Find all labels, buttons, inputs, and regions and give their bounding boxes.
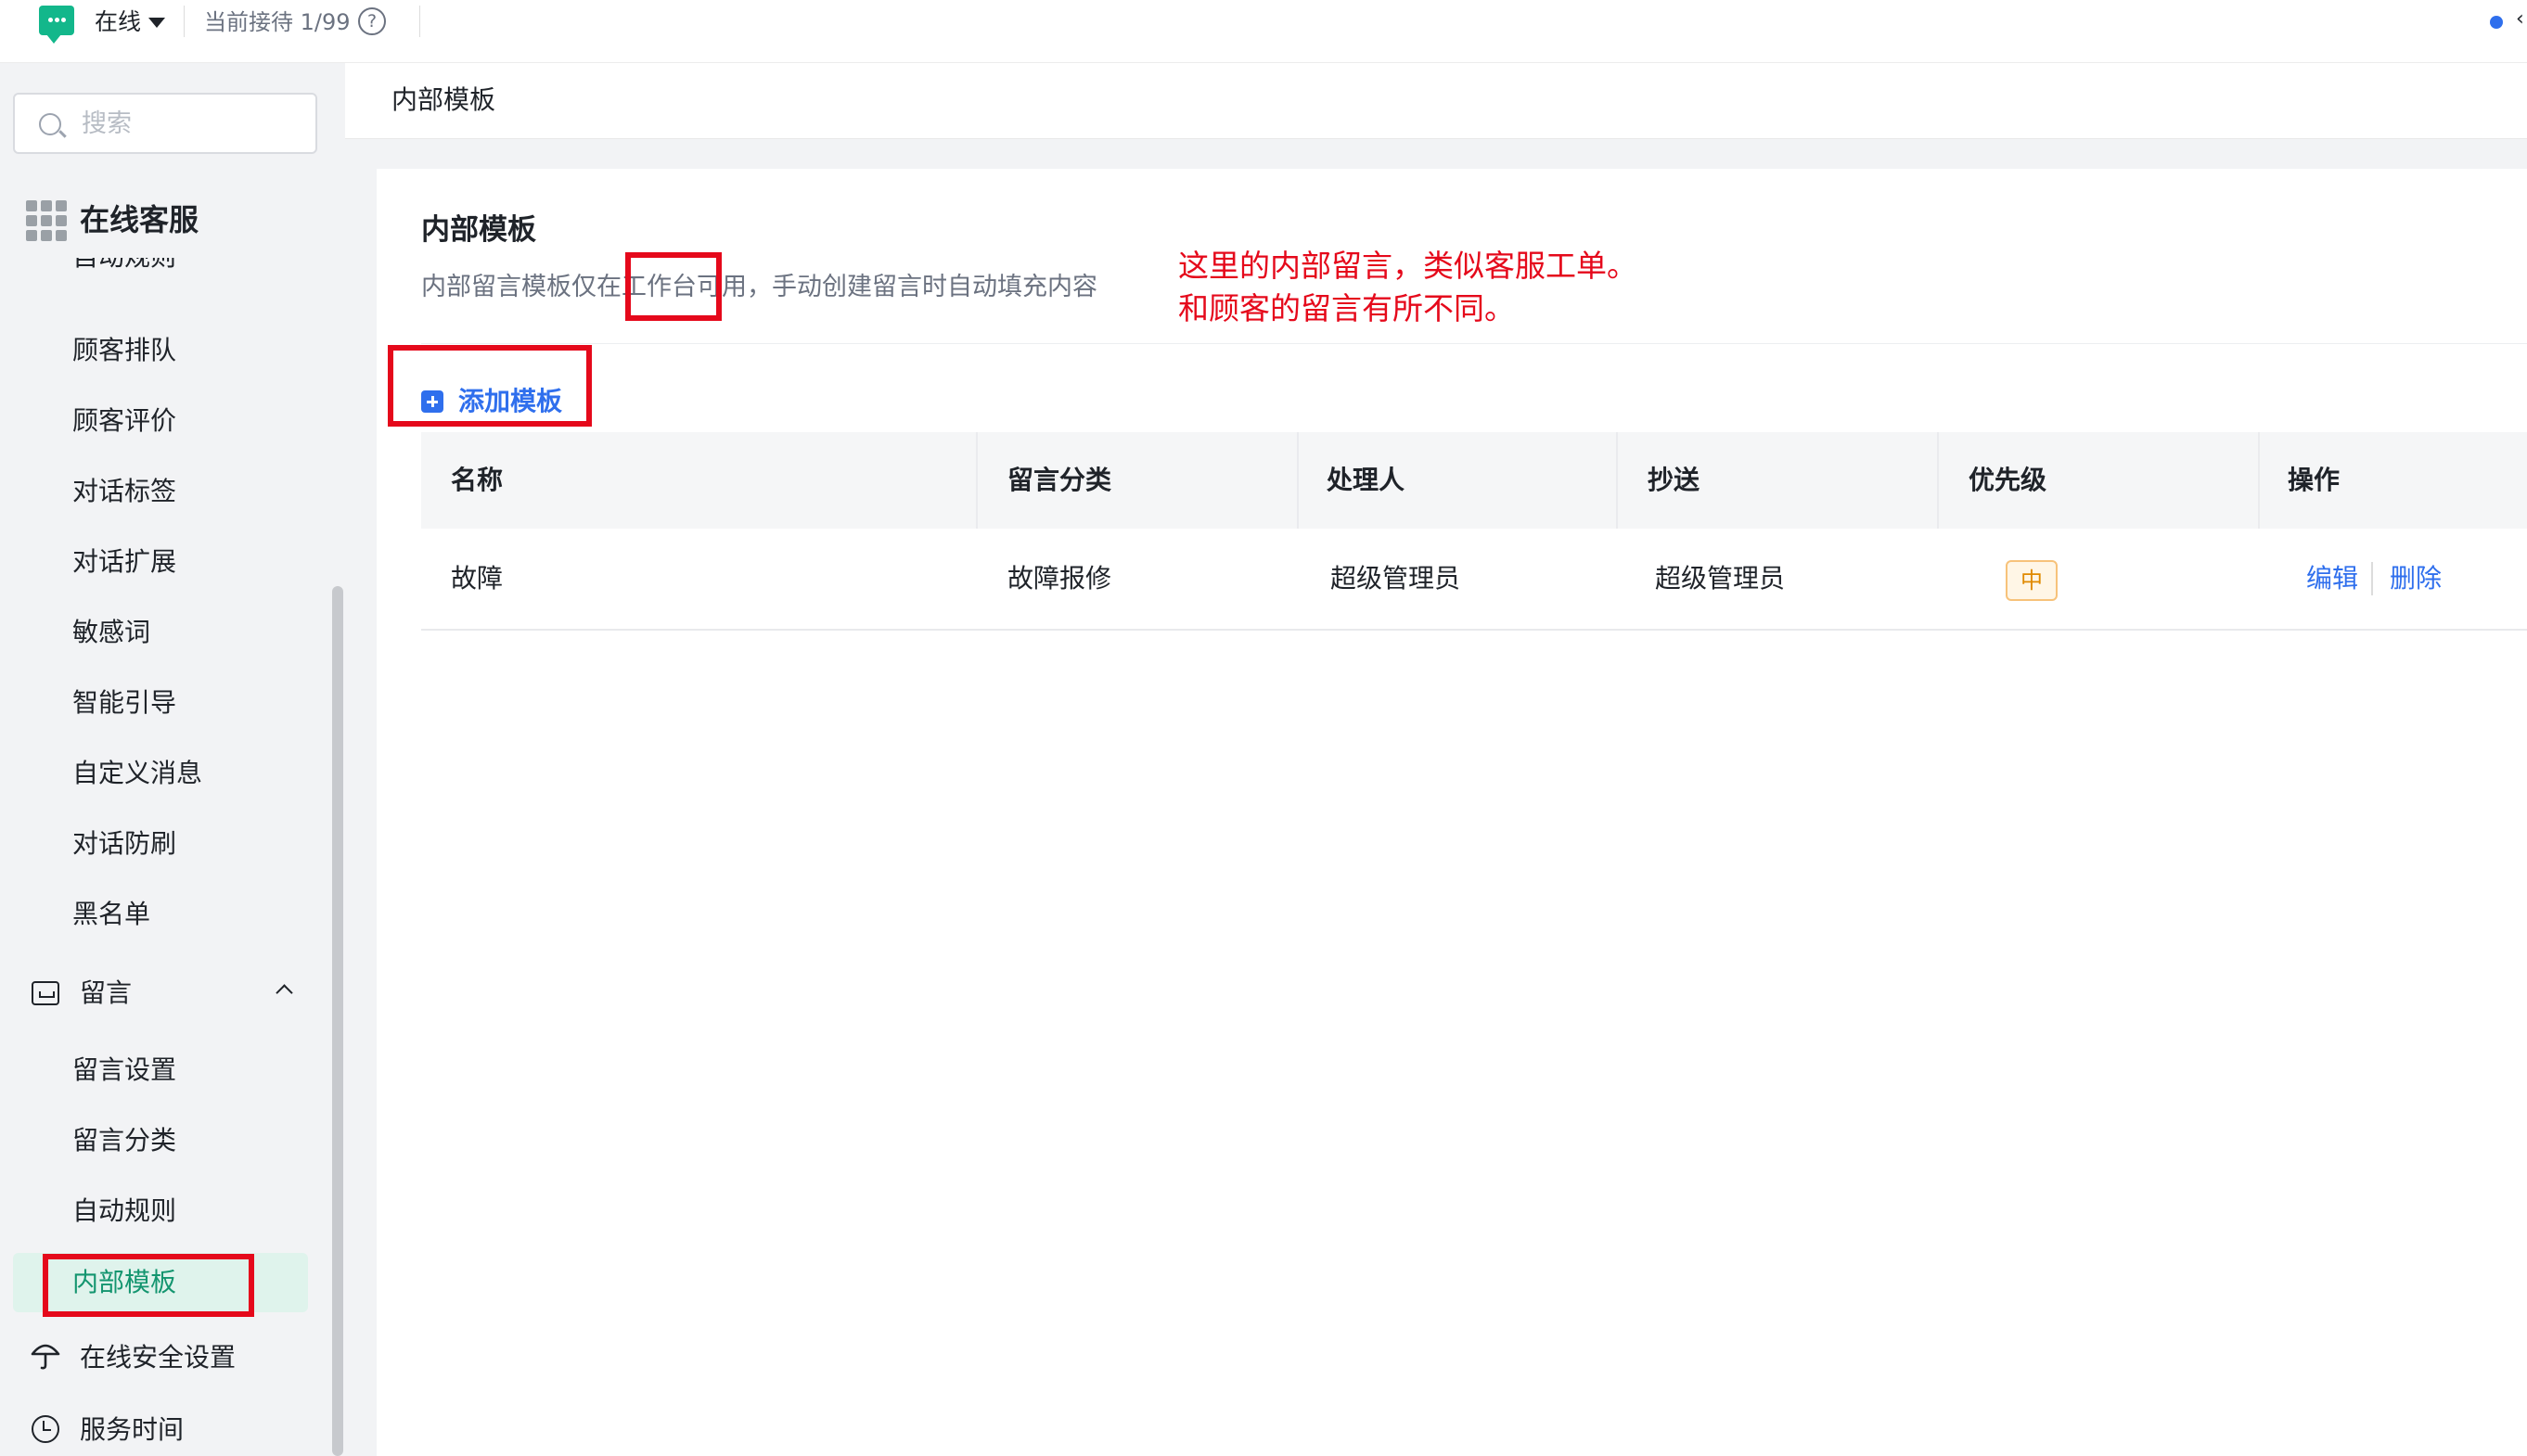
sidebar-item-service-hours[interactable]: 服务时间: [80, 1411, 184, 1449]
sidebar-item-rating[interactable]: 顾客评价: [72, 402, 176, 440]
column-header-name: 名称: [451, 465, 504, 495]
highlight-box-internal-template: [43, 1254, 254, 1317]
sidebar-item-auto-rules-clipped[interactable]: 自动规则: [72, 258, 212, 275]
action-divider: [2371, 562, 2373, 595]
priority-badge: 中: [2006, 560, 2058, 601]
search-input[interactable]: 搜索: [13, 93, 317, 154]
sidebar-item-extension[interactable]: 对话扩展: [72, 543, 176, 581]
edge-icon[interactable]: ‹: [2516, 7, 2524, 31]
current-reception-count: 当前接待 1/99: [204, 9, 351, 35]
caret-down-icon[interactable]: [148, 18, 165, 28]
divider: [419, 6, 420, 37]
status-dropdown[interactable]: 在线: [95, 6, 141, 39]
notification-dot: [2490, 16, 2503, 29]
inbox-icon: [32, 981, 59, 1005]
content-card: 内部模板 内部留言模板仅在工作台可用，手动创建留言时自动填充内容 添加模板 名称…: [377, 169, 2527, 1456]
highlight-box-workbench: [625, 252, 722, 321]
cell-cc: 超级管理员: [1655, 563, 1786, 594]
column-header-actions: 操作: [2288, 465, 2341, 495]
search-placeholder: 搜索: [82, 109, 132, 138]
sidebar-item-smart-guide[interactable]: 智能引导: [72, 684, 176, 722]
sidebar: 搜索 在线客服 自动规则 顾客排队 顾客评价 对话标签 对话扩展 敏感词 智能引…: [0, 63, 345, 1456]
breadcrumb: 内部模板: [345, 63, 2527, 139]
umbrella-icon: [31, 1344, 60, 1370]
column-header-handler: 处理人: [1327, 465, 1405, 495]
chevron-up-icon: [276, 984, 293, 1002]
table-row: 故障 故障报修 超级管理员 超级管理员 中 编辑 删除: [421, 529, 2527, 631]
page-description: 内部留言模板仅在工作台可用，手动创建留言时自动填充内容: [421, 273, 1097, 301]
page-title: 内部模板: [421, 213, 536, 247]
divider: [421, 343, 2527, 344]
template-table: 名称 留言分类 处理人 抄送 优先级 操作 故障 故障报修 超级管理员 超级管理…: [421, 432, 2527, 631]
annotation-line-2: 和顾客的留言有所不同。: [1178, 290, 1515, 326]
sidebar-item-sensitive-words[interactable]: 敏感词: [72, 614, 150, 651]
delete-link[interactable]: 删除: [2390, 529, 2442, 629]
sidebar-group-message[interactable]: 留言: [0, 970, 334, 1016]
edit-link[interactable]: 编辑: [2306, 529, 2358, 629]
sidebar-item-message-settings[interactable]: 留言设置: [72, 1052, 176, 1089]
cell-name: 故障: [451, 563, 504, 594]
sidebar-group-label: 留言: [80, 977, 133, 1008]
sidebar-item-anti-spam[interactable]: 对话防刷: [72, 825, 176, 862]
divider: [184, 6, 185, 37]
sidebar-item-message-category[interactable]: 留言分类: [72, 1122, 176, 1159]
column-header-priority: 优先级: [1969, 465, 2047, 495]
module-title: 在线客服: [80, 202, 199, 237]
sidebar-item-queue[interactable]: 顾客排队: [72, 332, 176, 369]
sidebar-item-tags[interactable]: 对话标签: [72, 473, 176, 510]
cell-handler: 超级管理员: [1330, 563, 1461, 594]
table-header: 名称 留言分类 处理人 抄送 优先级 操作: [421, 432, 2527, 529]
sidebar-item-message-auto-rules[interactable]: 自动规则: [72, 1193, 176, 1230]
help-icon[interactable]: ?: [358, 7, 386, 35]
column-header-category: 留言分类: [1007, 465, 1112, 495]
top-bar: 在线 当前接待 1/99 ? ‹: [0, 0, 2527, 63]
sidebar-item-custom-message[interactable]: 自定义消息: [72, 755, 202, 792]
search-icon: [39, 113, 61, 135]
clock-icon: [32, 1415, 59, 1443]
cell-category: 故障报修: [1007, 563, 1112, 594]
column-header-cc: 抄送: [1648, 465, 1700, 495]
annotation-note: 这里的内部留言，类似客服工单。 和顾客的留言有所不同。: [1178, 245, 1637, 330]
chat-status-icon: [39, 6, 74, 44]
sidebar-item-blacklist[interactable]: 黑名单: [72, 896, 150, 933]
highlight-box-add-template: [388, 345, 592, 427]
breadcrumb-current: 内部模板: [391, 84, 496, 115]
sidebar-item-security[interactable]: 在线安全设置: [80, 1339, 236, 1376]
annotation-line-1: 这里的内部留言，类似客服工单。: [1178, 248, 1637, 284]
grid-icon: [26, 200, 67, 241]
sidebar-scrollbar[interactable]: [332, 586, 343, 1456]
